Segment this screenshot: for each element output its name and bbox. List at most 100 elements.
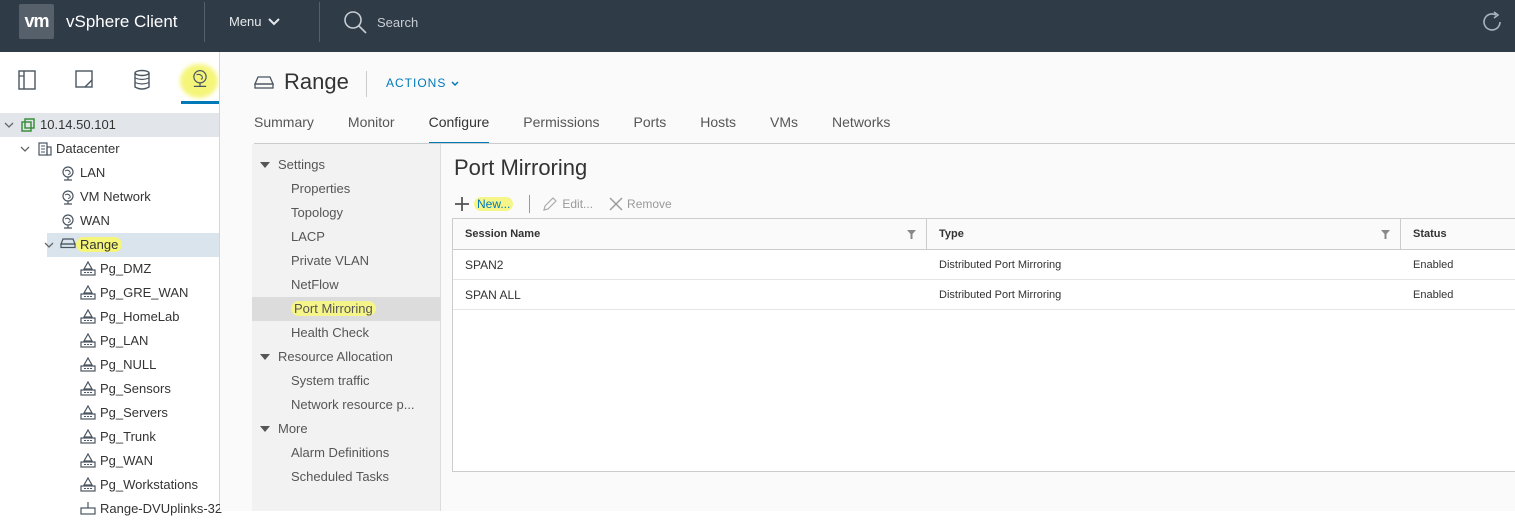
header-divider — [319, 2, 320, 42]
configure-sidebar: Settings Properties Topology LACP Private VL… — [252, 144, 441, 511]
portgroup-icon — [80, 380, 96, 397]
tree-item[interactable]: Pg_Workstations — [0, 473, 219, 497]
tree-item[interactable]: Pg_GRE_WAN — [0, 281, 219, 305]
menu-button[interactable]: Menu — [229, 14, 280, 29]
tree-item[interactable]: Pg_Trunk — [0, 425, 219, 449]
settings-item[interactable]: Alarm Definitions — [252, 441, 441, 465]
settings-item-label: Topology — [291, 205, 344, 220]
main-panel: Range ACTIONS Summary Monitor Configure Per… — [220, 52, 1515, 511]
inventory-navigator: 10.14.50.101 Datacenter LAN VM Network WAN Ra… — [0, 52, 222, 516]
object-tabs: Summary Monitor Configure Permissions Ports H… — [254, 114, 924, 144]
portgroup-icon — [80, 404, 96, 421]
settings-item-label: LACP — [291, 229, 325, 244]
search-box[interactable]: Search — [343, 10, 418, 34]
tree-item[interactable]: Datacenter — [0, 137, 219, 161]
settings-item[interactable]: Network resource p... — [252, 393, 441, 417]
app-header: vm vSphere Client Menu Search — [0, 0, 1515, 52]
caret-down-icon — [260, 354, 270, 361]
column-header-session-name[interactable]: Session Name — [453, 219, 926, 250]
tree-item[interactable]: 10.14.50.101 — [0, 113, 219, 137]
header-divider — [204, 2, 205, 42]
tab-configure[interactable]: Configure — [428, 114, 490, 144]
settings-group[interactable]: More — [252, 417, 441, 441]
filter-icon[interactable] — [1381, 230, 1390, 239]
object-header: Range — [254, 69, 349, 95]
portgroup-icon — [80, 356, 96, 373]
expand-toggle-icon[interactable] — [44, 240, 54, 250]
chevron-down-icon — [451, 81, 459, 87]
type-cell: Distributed Port Mirroring — [939, 259, 1062, 271]
column-header-type[interactable]: Type — [926, 219, 1400, 250]
plus-icon — [455, 197, 469, 211]
settings-item-label: Properties — [291, 181, 351, 196]
new-label: New... — [474, 197, 514, 211]
settings-item[interactable]: System traffic — [252, 369, 441, 393]
chevron-down-icon — [267, 17, 280, 25]
vms-templates-icon[interactable] — [73, 68, 97, 92]
vmware-logo[interactable]: vm — [19, 4, 54, 39]
settings-item[interactable]: Scheduled Tasks — [252, 465, 441, 489]
networking-icon[interactable] — [181, 68, 219, 104]
settings-item[interactable]: Private VLAN — [252, 249, 441, 273]
tab-networks[interactable]: Networks — [832, 114, 890, 144]
tab-monitor[interactable]: Monitor — [348, 114, 395, 144]
refresh-icon[interactable] — [1480, 10, 1504, 34]
portgroup-icon — [80, 284, 96, 301]
settings-item[interactable]: Topology — [252, 201, 441, 225]
edit-button[interactable]: Edit... — [542, 196, 593, 212]
filter-icon[interactable] — [907, 230, 916, 239]
tree-item[interactable]: Pg_Servers — [0, 401, 219, 425]
tree-item[interactable]: LAN — [0, 161, 219, 185]
portgroup-icon — [80, 308, 96, 325]
tab-vms[interactable]: VMs — [770, 114, 798, 144]
tree-item[interactable]: Pg_LAN — [0, 329, 219, 353]
tree-item[interactable]: VM Network — [0, 185, 219, 209]
column-label: Type — [939, 228, 964, 240]
settings-group[interactable]: Resource Allocation — [252, 345, 441, 369]
expand-toggle-icon[interactable] — [20, 144, 30, 154]
settings-item-label: Private VLAN — [291, 253, 370, 268]
tree-item[interactable]: Pg_NULL — [0, 353, 219, 377]
settings-item[interactable]: Properties — [252, 177, 441, 201]
tree-item[interactable]: Range-DVUplinks-32 — [0, 497, 222, 521]
tree-item[interactable]: Pg_HomeLab — [0, 305, 219, 329]
datacenter-icon — [36, 141, 52, 157]
tree-item-label: Pg_Servers — [100, 405, 168, 420]
settings-item[interactable]: Health Check — [252, 321, 441, 345]
tab-permissions[interactable]: Permissions — [523, 114, 599, 144]
session-name-cell: SPAN ALL — [465, 288, 521, 302]
actions-menu[interactable]: ACTIONS — [386, 76, 459, 90]
close-icon — [609, 197, 623, 211]
grid-toolbar: New... Edit... Remove — [454, 193, 688, 215]
tree-item[interactable]: Pg_Sensors — [0, 377, 219, 401]
column-label: Session Name — [465, 228, 541, 240]
tree-item-label: Pg_DMZ — [100, 261, 152, 276]
tree-item[interactable]: Pg_DMZ — [0, 257, 219, 281]
new-button[interactable]: New... — [454, 196, 514, 212]
settings-item-label: System traffic — [291, 373, 370, 388]
settings-item[interactable]: NetFlow — [252, 273, 441, 297]
expand-toggle-icon[interactable] — [4, 120, 14, 130]
table-row[interactable]: SPAN ALL Distributed Port Mirroring Enab… — [453, 280, 1515, 310]
tab-summary[interactable]: Summary — [254, 114, 314, 144]
network-icon — [60, 189, 76, 205]
tab-hosts[interactable]: Hosts — [700, 114, 736, 144]
table-row[interactable]: SPAN2 Distributed Port Mirroring Enabled — [453, 250, 1515, 280]
toolbar-divider — [529, 195, 531, 213]
tree-item[interactable]: Pg_WAN — [0, 449, 219, 473]
tree-item-label: Datacenter — [56, 141, 120, 156]
hosts-clusters-icon[interactable] — [16, 68, 40, 92]
settings-item[interactable]: Port Mirroring — [252, 297, 441, 321]
tree-item-label: Pg_WAN — [100, 453, 153, 468]
settings-item-label: Alarm Definitions — [291, 445, 390, 460]
settings-group[interactable]: Settings — [252, 153, 441, 177]
settings-item-label: Scheduled Tasks — [291, 469, 390, 484]
pencil-icon — [543, 197, 558, 211]
tab-ports[interactable]: Ports — [634, 114, 667, 144]
settings-item[interactable]: LACP — [252, 225, 441, 249]
column-header-status[interactable]: Status — [1400, 219, 1515, 250]
tree-item[interactable]: WAN — [0, 209, 219, 233]
storage-icon[interactable] — [130, 68, 154, 92]
remove-button[interactable]: Remove — [609, 197, 672, 211]
tree-item[interactable]: Range — [0, 233, 219, 257]
